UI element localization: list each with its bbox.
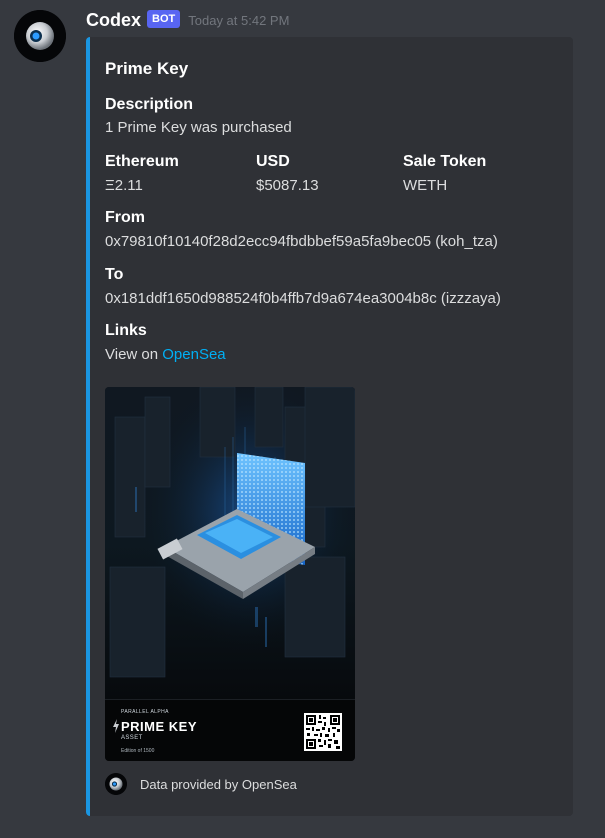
field-value: View on OpenSea bbox=[105, 345, 226, 365]
field-name: From bbox=[105, 209, 145, 226]
orb-footer-icon bbox=[105, 773, 127, 795]
opensea-link[interactable]: OpenSea bbox=[162, 346, 225, 363]
message-header: Codex BOT Today at 5:42 PM bbox=[86, 8, 289, 32]
field-name: To bbox=[105, 266, 124, 283]
nft-subtitle: PARALLEL ALPHA bbox=[121, 709, 169, 715]
field-sale-token: Sale Token WETH bbox=[403, 152, 486, 196]
field-value: 0x79810f10140f28d2ecc94fbdbbef59a5fa9bec… bbox=[105, 233, 498, 250]
bot-avatar[interactable] bbox=[14, 10, 66, 62]
chat-message: Codex BOT Today at 5:42 PM Prime Key Des… bbox=[0, 0, 605, 838]
field-name: USD bbox=[256, 153, 290, 170]
field-description: Description 1 Prime Key was purchased bbox=[105, 95, 292, 138]
field-value: 1 Prime Key was purchased bbox=[105, 119, 292, 136]
embed-footer: Data provided by OpenSea bbox=[105, 773, 297, 795]
field-name: Sale Token bbox=[403, 153, 487, 170]
field-usd: USD $5087.13 bbox=[256, 152, 319, 196]
field-to: To 0x181ddf1650d988524f0b4ffb7d9a674ea30… bbox=[105, 265, 501, 309]
nft-card-footer: PARALLEL ALPHA PRIME KEY ASSET Edition o… bbox=[105, 699, 355, 761]
username[interactable]: Codex bbox=[86, 10, 141, 31]
bot-tag: BOT bbox=[147, 10, 181, 28]
field-name: Ethereum bbox=[105, 153, 179, 170]
field-ethereum: Ethereum Ξ2.11 bbox=[105, 152, 179, 196]
nft-type: ASSET bbox=[121, 735, 143, 741]
links-prefix: View on bbox=[105, 346, 163, 363]
orb-avatar-icon bbox=[14, 10, 66, 62]
field-links: Links View on OpenSea bbox=[105, 321, 226, 365]
prime-key-artwork bbox=[105, 387, 355, 699]
qr-code-icon bbox=[304, 713, 342, 751]
field-value: $5087.13 bbox=[256, 177, 319, 194]
field-value: Ξ2.11 bbox=[105, 177, 143, 194]
field-name: Links bbox=[105, 322, 147, 339]
nft-edition: Edition of 1500 bbox=[121, 748, 155, 754]
footer-text: Data provided by OpenSea bbox=[140, 776, 297, 792]
embed-card: Prime Key Description 1 Prime Key was pu… bbox=[86, 37, 573, 816]
bolt-icon bbox=[113, 719, 119, 733]
timestamp[interactable]: Today at 5:42 PM bbox=[188, 13, 289, 28]
field-value: WETH bbox=[403, 177, 448, 194]
nft-name: PRIME KEY bbox=[121, 719, 198, 734]
nft-image[interactable]: PARALLEL ALPHA PRIME KEY ASSET Edition o… bbox=[105, 387, 355, 761]
field-value: 0x181ddf1650d988524f0b4ffb7d9a674ea3004b… bbox=[105, 290, 501, 307]
field-name: Description bbox=[105, 96, 194, 113]
field-from: From 0x79810f10140f28d2ecc94fbdbbef59a5f… bbox=[105, 208, 498, 252]
embed-title: Prime Key bbox=[105, 59, 189, 78]
